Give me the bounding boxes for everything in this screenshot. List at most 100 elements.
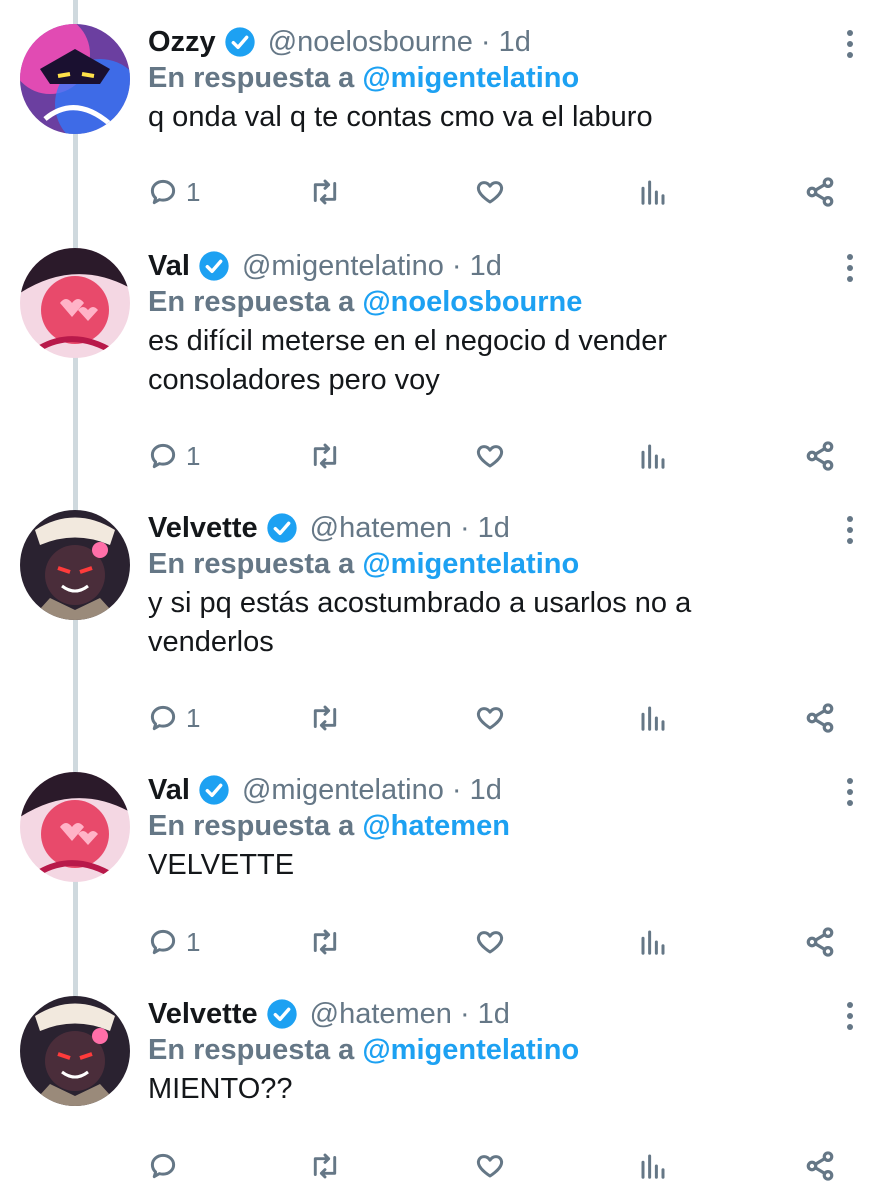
verified-badge-icon (199, 775, 229, 805)
verified-badge-icon (266, 999, 297, 1029)
reply-button[interactable]: 1 (148, 698, 200, 738)
avatar-val-image (20, 772, 130, 882)
separator-dot: · (459, 997, 470, 1030)
reply-icon (150, 705, 176, 731)
display-name[interactable]: Val (148, 250, 190, 283)
share-button[interactable] (804, 172, 836, 212)
separator-dot: · (480, 25, 491, 58)
separator-dot: · (451, 249, 462, 282)
tweet-actions (148, 1146, 848, 1186)
display-name[interactable]: Ozzy (148, 26, 216, 59)
retweet-button[interactable] (308, 172, 342, 212)
share-button[interactable] (804, 698, 836, 738)
reply-button[interactable]: 1 (148, 436, 200, 476)
share-button[interactable] (804, 922, 836, 962)
display-name[interactable]: Velvette (148, 998, 258, 1031)
reply-mention-link[interactable]: @migentelatino (362, 548, 579, 580)
handle[interactable]: @noelosbourne (268, 26, 473, 59)
share-button[interactable] (804, 1146, 836, 1186)
reply-mention-link[interactable]: @migentelatino (362, 62, 579, 94)
retweet-icon (313, 179, 337, 205)
retweet-button[interactable] (308, 922, 342, 962)
heart-icon (476, 445, 504, 468)
like-button[interactable] (474, 436, 506, 476)
display-name[interactable]: Velvette (148, 512, 258, 545)
reply-context: En respuesta a @migentelatino (148, 548, 579, 581)
heart-icon (476, 1155, 504, 1178)
avatar[interactable] (20, 248, 130, 358)
handle[interactable]: @migentelatino (242, 250, 444, 283)
avatar-velvette-image (20, 996, 130, 1106)
more-options-icon[interactable] (840, 252, 860, 284)
tweet-actions: 1 (148, 436, 848, 476)
reply-mention-link[interactable]: @hatemen (362, 810, 510, 842)
display-name[interactable]: Val (148, 774, 190, 807)
more-options-icon[interactable] (840, 514, 860, 546)
timestamp[interactable]: 1d (499, 26, 531, 59)
reply-mention-link[interactable]: @noelosbourne (362, 286, 582, 318)
analytics-button[interactable] (638, 172, 668, 212)
reply-context: En respuesta a @noelosbourne (148, 286, 582, 319)
more-options-icon[interactable] (840, 28, 860, 60)
tweet-text: VELVETTE (148, 849, 295, 881)
reply-context: En respuesta a @hatemen (148, 810, 510, 843)
analytics-icon (641, 444, 665, 469)
reply-prefix: En respuesta a (148, 286, 355, 318)
retweet-icon (313, 1153, 337, 1179)
timestamp[interactable]: 1d (470, 250, 502, 283)
heart-icon (476, 181, 504, 204)
like-button[interactable] (474, 172, 506, 212)
avatar[interactable] (20, 24, 130, 134)
retweet-button[interactable] (308, 698, 342, 738)
avatar-velvette-image (20, 510, 130, 620)
reply-icon (150, 179, 176, 205)
reply-button[interactable] (148, 1146, 186, 1186)
heart-icon (476, 707, 504, 730)
verified-badge-icon (199, 251, 229, 281)
tweet-text: MIENTO?? (148, 1073, 293, 1105)
tweet-header: Velvette @hatemen · 1d (148, 510, 510, 546)
share-icon (806, 927, 834, 957)
heart-icon (476, 931, 504, 954)
timestamp[interactable]: 1d (478, 512, 510, 545)
avatar-ozzy-image (20, 24, 130, 134)
retweet-button[interactable] (308, 1146, 342, 1186)
like-button[interactable] (474, 922, 506, 962)
analytics-button[interactable] (638, 1146, 668, 1186)
tweet-header: Ozzy @noelosbourne · 1d (148, 24, 531, 60)
tweet-header: Velvette @hatemen · 1d (148, 996, 510, 1032)
analytics-button[interactable] (638, 698, 668, 738)
handle[interactable]: @migentelatino (242, 774, 444, 807)
reply-count: 1 (186, 702, 201, 733)
reply-context: En respuesta a @migentelatino (148, 1034, 579, 1067)
analytics-button[interactable] (638, 922, 668, 962)
like-button[interactable] (474, 1146, 506, 1186)
more-options-icon[interactable] (840, 1000, 860, 1032)
handle[interactable]: @hatemen (310, 998, 452, 1031)
like-button[interactable] (474, 698, 506, 738)
analytics-icon (641, 706, 665, 731)
share-button[interactable] (804, 436, 836, 476)
reply-prefix: En respuesta a (148, 548, 355, 580)
reply-prefix: En respuesta a (148, 62, 355, 94)
retweet-button[interactable] (308, 436, 342, 476)
reply-button[interactable]: 1 (148, 172, 200, 212)
avatar[interactable] (20, 996, 130, 1106)
verified-badge-icon (266, 513, 297, 543)
tweet-actions: 1 (148, 922, 848, 962)
analytics-button[interactable] (638, 436, 668, 476)
handle[interactable]: @hatemen (310, 512, 452, 545)
retweet-icon (313, 443, 337, 469)
more-options-icon[interactable] (840, 776, 860, 808)
reply-count: 1 (186, 176, 201, 207)
reply-mention-link[interactable]: @migentelatino (362, 1034, 579, 1066)
timestamp[interactable]: 1d (470, 774, 502, 807)
reply-icon (150, 929, 176, 955)
avatar[interactable] (20, 510, 130, 620)
reply-button[interactable]: 1 (148, 922, 200, 962)
timestamp[interactable]: 1d (478, 998, 510, 1031)
reply-prefix: En respuesta a (148, 1034, 355, 1066)
tweet-text: y si pq estás acostumbrado a usarlos no … (148, 587, 692, 658)
avatar[interactable] (20, 772, 130, 882)
avatar-val-image (20, 248, 130, 358)
